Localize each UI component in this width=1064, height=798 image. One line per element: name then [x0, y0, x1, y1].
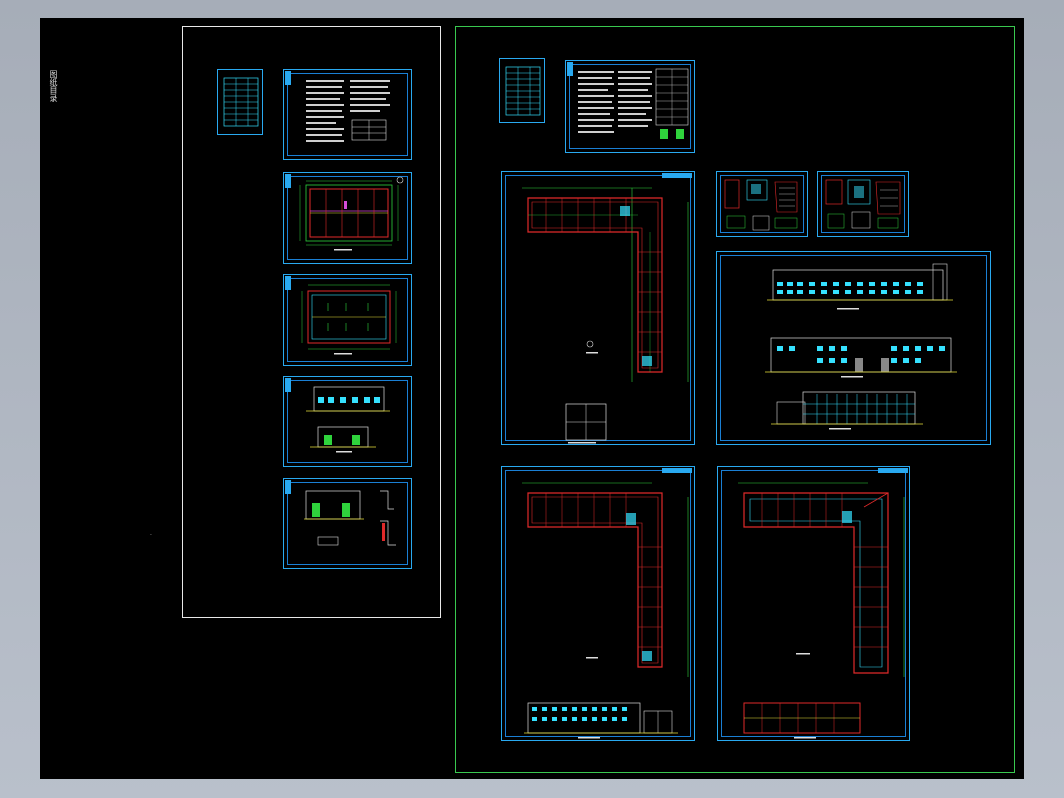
- left-index-table-sheet[interactable]: [217, 69, 263, 135]
- right-stair-detail-sheet-b[interactable]: [817, 171, 909, 237]
- elevations-drawing: [765, 263, 957, 430]
- left-elevation-section-sheet[interactable]: [283, 376, 412, 467]
- design-notes-drawing: [285, 71, 390, 142]
- side-label: 图纸目录: [49, 70, 58, 102]
- floor-plan-drawing: [285, 174, 404, 251]
- right-design-notes-sheet[interactable]: [565, 60, 695, 153]
- left-first-floor-plan-sheet[interactable]: [283, 172, 412, 264]
- right-l-shaped-first-floor-plan-sheet[interactable]: [501, 171, 695, 445]
- index-table-drawing-2: [505, 66, 541, 116]
- right-l-shaped-second-floor-plan-sheet[interactable]: [501, 466, 695, 741]
- stair-detail-drawing-b: [825, 179, 901, 229]
- index-table-drawing: [223, 77, 259, 127]
- roof-plan-drawing: [285, 276, 397, 355]
- right-stair-detail-sheet-a[interactable]: [716, 171, 808, 237]
- elevation-drawing: [285, 378, 390, 453]
- right-index-table-sheet[interactable]: [499, 58, 545, 123]
- left-design-notes-sheet[interactable]: [283, 69, 412, 160]
- drawing-canvas[interactable]: 图纸目录 ·: [40, 18, 1024, 779]
- right-l-shaped-roof-plan-sheet[interactable]: [717, 466, 910, 741]
- small-annotation-text: ·: [150, 532, 152, 539]
- design-notes-drawing-2: [567, 62, 689, 139]
- l-plan-roof-drawing: [738, 468, 908, 739]
- l-plan-second-floor-drawing: [522, 468, 692, 739]
- stair-detail-drawing-a: [724, 179, 798, 231]
- right-elevations-sheet[interactable]: [716, 251, 991, 445]
- left-detail-sheet[interactable]: [283, 478, 412, 569]
- left-roof-plan-sheet[interactable]: [283, 274, 412, 366]
- detail-drawing: [285, 480, 396, 546]
- l-plan-first-floor-drawing: [522, 173, 692, 444]
